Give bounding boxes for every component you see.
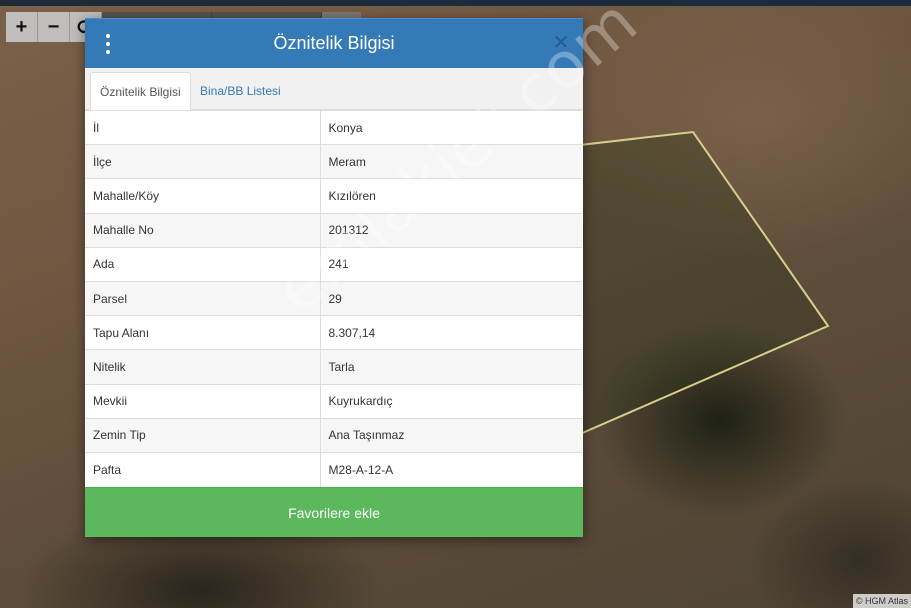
zoom-in-button[interactable]: +	[6, 12, 38, 42]
table-row: Pafta M28-A-12-A	[85, 451, 582, 487]
table-row: Zemin Tip Ana Taşınmaz	[85, 417, 582, 453]
table-row: İlçe Meram	[85, 144, 582, 179]
table-row: Parsel 29	[85, 280, 582, 316]
row-key: Mahalle/Köy	[85, 178, 321, 214]
row-value: Meram	[320, 144, 582, 179]
close-icon[interactable]: ✕	[551, 32, 571, 54]
row-key: İl	[85, 109, 321, 145]
table-row: Mahalle/Köy Kızılören	[85, 178, 582, 214]
tab-bar: Öznitelik Bilgisi Bina/BB Listesi	[85, 68, 583, 110]
row-key: Tapu Alanı	[85, 315, 321, 350]
row-value: M28-A-12-A	[320, 451, 582, 487]
table-row: İl Konya	[85, 109, 582, 145]
attribute-table: İl Konya İlçe Meram Mahalle/Köy Kızılöre…	[85, 109, 582, 487]
attribute-info-modal: Öznitelik Bilgisi ✕ Öznitelik Bilgisi Bi…	[85, 18, 583, 537]
table-row: Mevkii Kuyrukardıç	[85, 383, 582, 419]
row-value: Konya	[320, 109, 582, 145]
map-attribution[interactable]: © HGM Atlas	[852, 594, 911, 608]
tab-building-list[interactable]: Bina/BB Listesi	[191, 72, 290, 110]
table-row: Tapu Alanı 8.307,14	[85, 315, 582, 350]
row-key: Ada	[85, 246, 321, 282]
row-value: Kuyrukardıç	[320, 383, 582, 419]
modal-header: Öznitelik Bilgisi ✕	[85, 18, 583, 68]
table-row: Mahalle No 201312	[85, 212, 582, 248]
row-value: 241	[320, 246, 582, 282]
row-key: Nitelik	[85, 349, 321, 384]
row-key: Mevkii	[85, 383, 321, 419]
row-value: Kızılören	[320, 178, 582, 214]
modal-title: Öznitelik Bilgisi	[273, 33, 395, 53]
row-value: 29	[320, 280, 582, 316]
row-key: Parsel	[85, 280, 321, 316]
row-key: İlçe	[85, 144, 321, 179]
row-key: Zemin Tip	[85, 417, 321, 453]
table-row: Ada 241	[85, 246, 582, 282]
kebab-menu-icon[interactable]	[102, 34, 114, 54]
zoom-out-button[interactable]: −	[38, 12, 70, 42]
row-value: 201312	[320, 212, 582, 248]
row-value: Tarla	[320, 349, 582, 384]
row-key: Mahalle No	[85, 212, 321, 248]
table-row: Nitelik Tarla	[85, 349, 582, 384]
row-value: Ana Taşınmaz	[320, 417, 582, 453]
add-to-favorites-button[interactable]: Favorilere ekle	[85, 487, 583, 537]
tab-attribute-info[interactable]: Öznitelik Bilgisi	[90, 72, 191, 110]
row-value: 8.307,14	[320, 315, 582, 350]
row-key: Pafta	[85, 451, 321, 487]
